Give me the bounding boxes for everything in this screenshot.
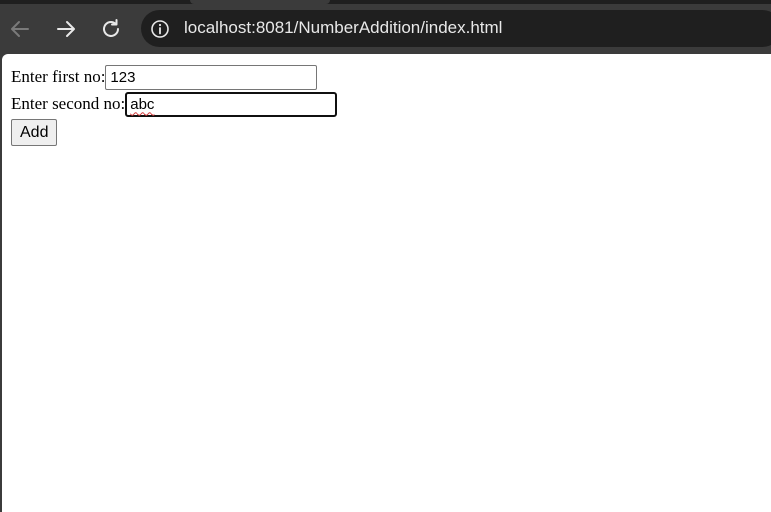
second-number-value: abc xyxy=(130,95,155,113)
forward-button[interactable] xyxy=(50,13,82,45)
second-number-input[interactable]: abc xyxy=(125,91,338,117)
page-viewport: Enter first no: Enter second no: abc Add xyxy=(2,54,771,512)
second-number-row: Enter second no: abc xyxy=(11,91,338,117)
back-button[interactable] xyxy=(4,13,36,45)
arrow-left-icon xyxy=(8,17,32,41)
first-number-input[interactable] xyxy=(105,64,318,90)
first-number-row: Enter first no: xyxy=(11,64,337,90)
add-button[interactable]: Add xyxy=(11,119,58,146)
browser-toolbar: localhost:8081/NumberAddition/index.html xyxy=(0,4,771,54)
url-text[interactable]: localhost:8081/NumberAddition/index.html xyxy=(184,18,502,38)
second-number-label: Enter second no: xyxy=(11,94,126,113)
info-icon[interactable] xyxy=(150,19,170,39)
number-addition-form: Enter first no: Enter second no: abc Add xyxy=(11,64,338,147)
reload-button[interactable] xyxy=(95,13,127,45)
submit-row: Add xyxy=(11,117,337,147)
first-number-label: Enter first no: xyxy=(11,67,106,86)
reload-icon xyxy=(99,17,123,41)
browser-window: localhost:8081/NumberAddition/index.html… xyxy=(0,0,771,512)
address-bar[interactable]: localhost:8081/NumberAddition/index.html xyxy=(141,10,771,47)
arrow-right-icon xyxy=(54,17,78,41)
